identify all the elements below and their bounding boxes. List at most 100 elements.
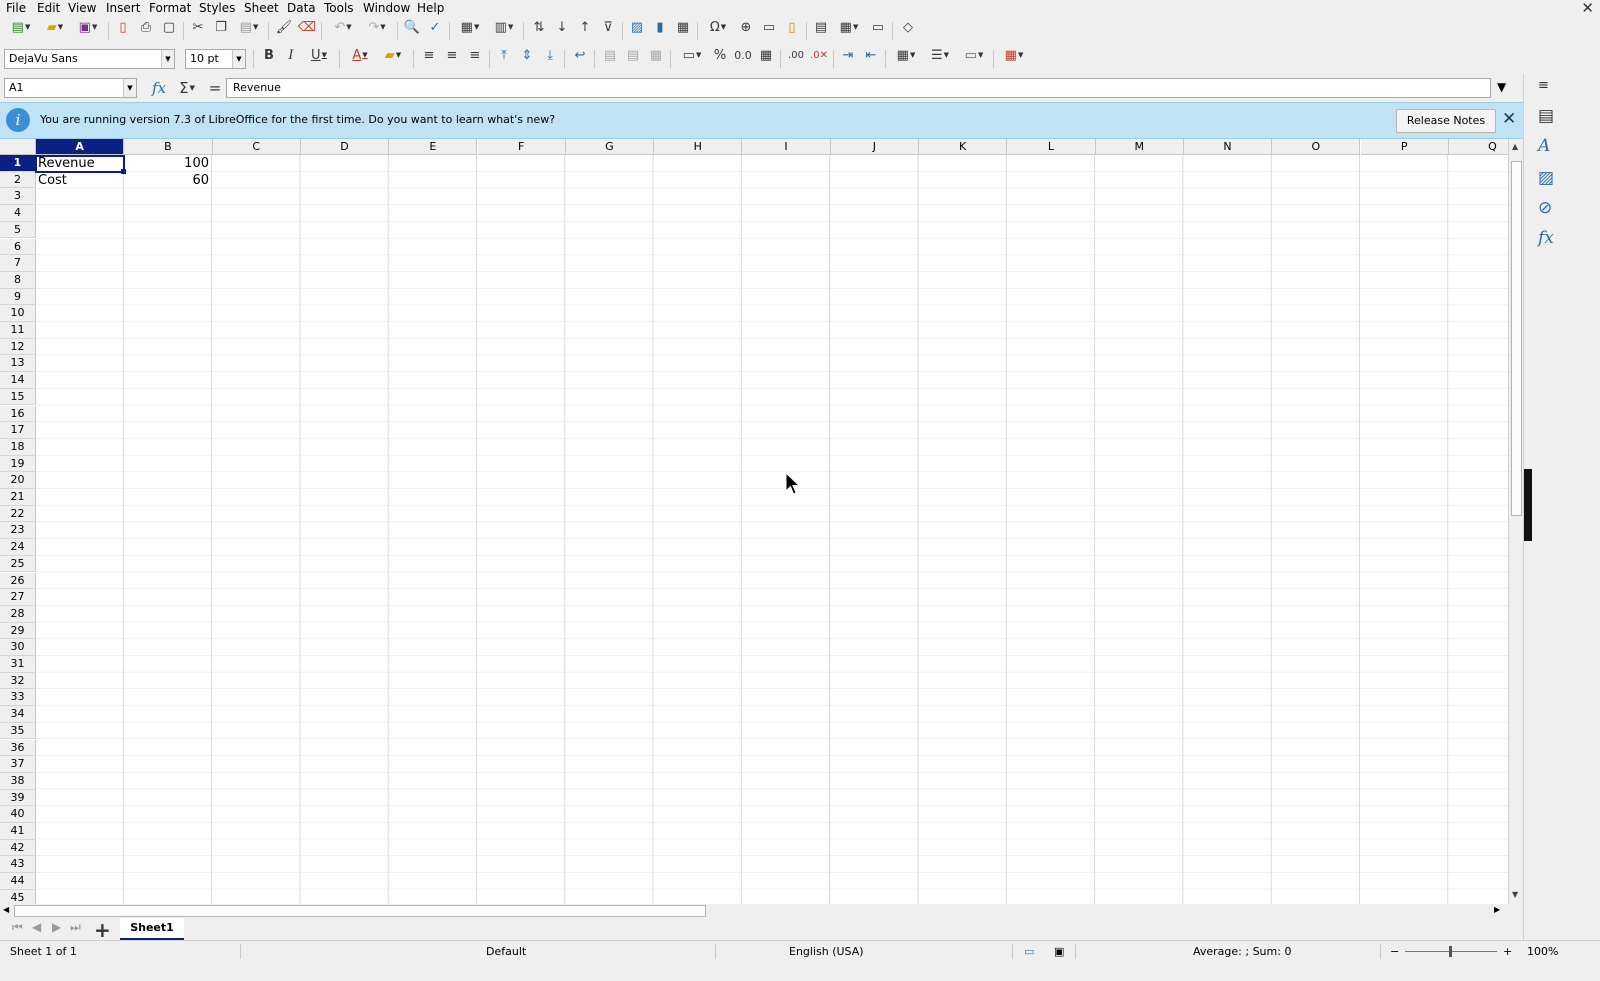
zoom-level[interactable]: 100% bbox=[1527, 945, 1558, 958]
underline-icon[interactable]: U ▼ bbox=[304, 45, 334, 65]
formula-icon[interactable]: = bbox=[205, 78, 225, 98]
row-header-38[interactable]: 38 bbox=[0, 772, 36, 790]
row-header-37[interactable]: 37 bbox=[0, 756, 36, 773]
page-style[interactable]: Default bbox=[486, 945, 526, 958]
menu-styles[interactable]: Styles bbox=[199, 1, 235, 15]
row-header-45[interactable]: 45 bbox=[0, 889, 36, 904]
row-header-15[interactable]: 15 bbox=[0, 388, 36, 406]
menu-format[interactable]: Format bbox=[149, 1, 191, 15]
align-bottom-icon[interactable]: ⤓ bbox=[540, 45, 560, 65]
column-header-n[interactable]: N bbox=[1183, 139, 1273, 155]
row-header-1[interactable]: 1 bbox=[0, 155, 36, 172]
special-character-icon[interactable]: Ω ▼ bbox=[703, 17, 733, 37]
menu-insert[interactable]: Insert bbox=[106, 1, 140, 15]
scroll-up-icon[interactable]: ▲ bbox=[1512, 142, 1518, 151]
row-header-7[interactable]: 7 bbox=[0, 255, 36, 272]
row-header-9[interactable]: 9 bbox=[0, 288, 36, 306]
row-header-27[interactable]: 27 bbox=[0, 589, 36, 606]
menu-view[interactable]: View bbox=[68, 1, 96, 15]
menu-help[interactable]: Help bbox=[417, 1, 444, 15]
align-top-icon[interactable]: ⤒ bbox=[494, 45, 514, 65]
column-header-e[interactable]: E bbox=[389, 139, 478, 155]
horizontal-scroll-thumb[interactable] bbox=[14, 905, 706, 917]
column-icon[interactable]: ▥ ▼ bbox=[489, 17, 519, 37]
row-header-36[interactable]: 36 bbox=[0, 739, 36, 757]
row-header-20[interactable]: 20 bbox=[0, 472, 36, 489]
pivot-table-icon[interactable]: ▦ bbox=[673, 17, 693, 37]
insert-chart-icon[interactable]: ▮ bbox=[650, 17, 670, 37]
print-icon[interactable]: ⎙ bbox=[136, 17, 156, 37]
row-header-34[interactable]: 34 bbox=[0, 706, 36, 723]
row-header-39[interactable]: 39 bbox=[0, 789, 36, 807]
italic-icon[interactable]: I bbox=[281, 45, 301, 65]
unmerge-cells-icon[interactable]: ▦ bbox=[646, 45, 666, 65]
last-sheet-icon[interactable]: ⏭ bbox=[70, 920, 81, 935]
row-header-19[interactable]: 19 bbox=[0, 455, 36, 473]
language[interactable]: English (USA) bbox=[789, 945, 864, 958]
gallery-icon[interactable]: ▨ bbox=[1538, 168, 1554, 188]
copy-icon[interactable]: ❐ bbox=[211, 17, 231, 37]
highlight-color-icon[interactable]: ▰ ▼ bbox=[378, 45, 408, 65]
row-header-14[interactable]: 14 bbox=[0, 372, 36, 389]
row-header-42[interactable]: 42 bbox=[0, 839, 36, 857]
date-format-icon[interactable]: ▦ bbox=[756, 45, 776, 65]
row-header-8[interactable]: 8 bbox=[0, 271, 36, 289]
vertical-scroll-thumb[interactable] bbox=[1511, 161, 1522, 516]
row-header-6[interactable]: 6 bbox=[0, 238, 36, 256]
navigator-icon[interactable]: ⊘ bbox=[1538, 198, 1552, 218]
close-infobar-icon[interactable]: ✕ bbox=[1502, 109, 1516, 129]
menu-window[interactable]: Window bbox=[363, 1, 410, 15]
spelling-icon[interactable]: ✓ bbox=[425, 17, 445, 37]
conditional-format-icon[interactable]: ▦ ▼ bbox=[999, 45, 1029, 65]
row-header-13[interactable]: 13 bbox=[0, 355, 36, 373]
column-header-f[interactable]: F bbox=[477, 139, 566, 155]
column-header-i[interactable]: I bbox=[742, 139, 831, 155]
align-left-icon[interactable]: ≡ bbox=[419, 45, 439, 65]
cell-area[interactable]: Revenue 100 Cost 60 bbox=[36, 155, 1508, 904]
scroll-right-icon[interactable]: ▶ bbox=[1494, 905, 1500, 914]
previous-sheet-icon[interactable]: ◀ bbox=[32, 920, 41, 934]
row-header-5[interactable]: 5 bbox=[0, 221, 36, 239]
sidebar-collapse-handle[interactable] bbox=[1524, 469, 1532, 541]
align-right-icon[interactable]: ≡ bbox=[465, 45, 485, 65]
row-header-17[interactable]: 17 bbox=[0, 422, 36, 439]
menu-data[interactable]: Data bbox=[287, 1, 316, 15]
sort-ascending-icon[interactable]: ↓ bbox=[552, 17, 572, 37]
zoom-in-icon[interactable]: + bbox=[1503, 945, 1512, 958]
merge-center-icon[interactable]: ▤ bbox=[600, 45, 620, 65]
selection-mode-icon[interactable]: ▭ bbox=[1024, 945, 1034, 958]
define-print-area-icon[interactable]: ▤ bbox=[811, 17, 831, 37]
select-all-corner[interactable] bbox=[0, 139, 36, 155]
scroll-left-icon[interactable]: ◀ bbox=[3, 905, 9, 914]
freeze-rows-columns-icon[interactable]: ▦ ▼ bbox=[834, 17, 864, 37]
row-header-43[interactable]: 43 bbox=[0, 856, 36, 874]
row-header-16[interactable]: 16 bbox=[0, 405, 36, 423]
column-header-o[interactable]: O bbox=[1272, 139, 1361, 155]
window-close-icon[interactable]: ✕ bbox=[1581, 0, 1594, 16]
center-vertically-icon[interactable]: ⇕ bbox=[517, 45, 537, 65]
cut-icon[interactable]: ✂ bbox=[188, 17, 208, 37]
cell-b2[interactable]: 60 bbox=[124, 172, 212, 189]
add-decimal-icon[interactable]: .00 bbox=[786, 45, 806, 65]
row-header-21[interactable]: 21 bbox=[0, 489, 36, 506]
function-wizard-icon[interactable]: fx bbox=[152, 79, 166, 97]
formula-input[interactable]: Revenue bbox=[226, 78, 1491, 98]
column-header-d[interactable]: D bbox=[300, 139, 390, 155]
font-name-box[interactable]: DejaVu Sans ▼ bbox=[4, 49, 175, 69]
row-header-28[interactable]: 28 bbox=[0, 605, 36, 623]
sidebar-menu-icon[interactable]: ≡ bbox=[1538, 78, 1549, 93]
font-size-box[interactable]: 10 pt ▼ bbox=[185, 49, 246, 69]
cell-b1[interactable]: 100 bbox=[124, 155, 212, 172]
row-header-23[interactable]: 23 bbox=[0, 522, 36, 540]
column-header-b[interactable]: B bbox=[124, 139, 213, 155]
column-header-h[interactable]: H bbox=[654, 139, 743, 155]
export-pdf-icon[interactable]: ▯ bbox=[113, 17, 133, 37]
split-window-icon[interactable]: ▭ bbox=[868, 17, 888, 37]
row-header-35[interactable]: 35 bbox=[0, 722, 36, 740]
print-preview-icon[interactable]: ▢ bbox=[159, 17, 179, 37]
zoom-slider-thumb[interactable] bbox=[1449, 946, 1452, 957]
sheet-tab-sheet1[interactable]: Sheet1 bbox=[120, 918, 184, 940]
row-header-24[interactable]: 24 bbox=[0, 539, 36, 556]
undo-icon[interactable]: ↶ ▼ bbox=[328, 17, 358, 37]
column-header-q[interactable]: Q bbox=[1448, 139, 1508, 155]
